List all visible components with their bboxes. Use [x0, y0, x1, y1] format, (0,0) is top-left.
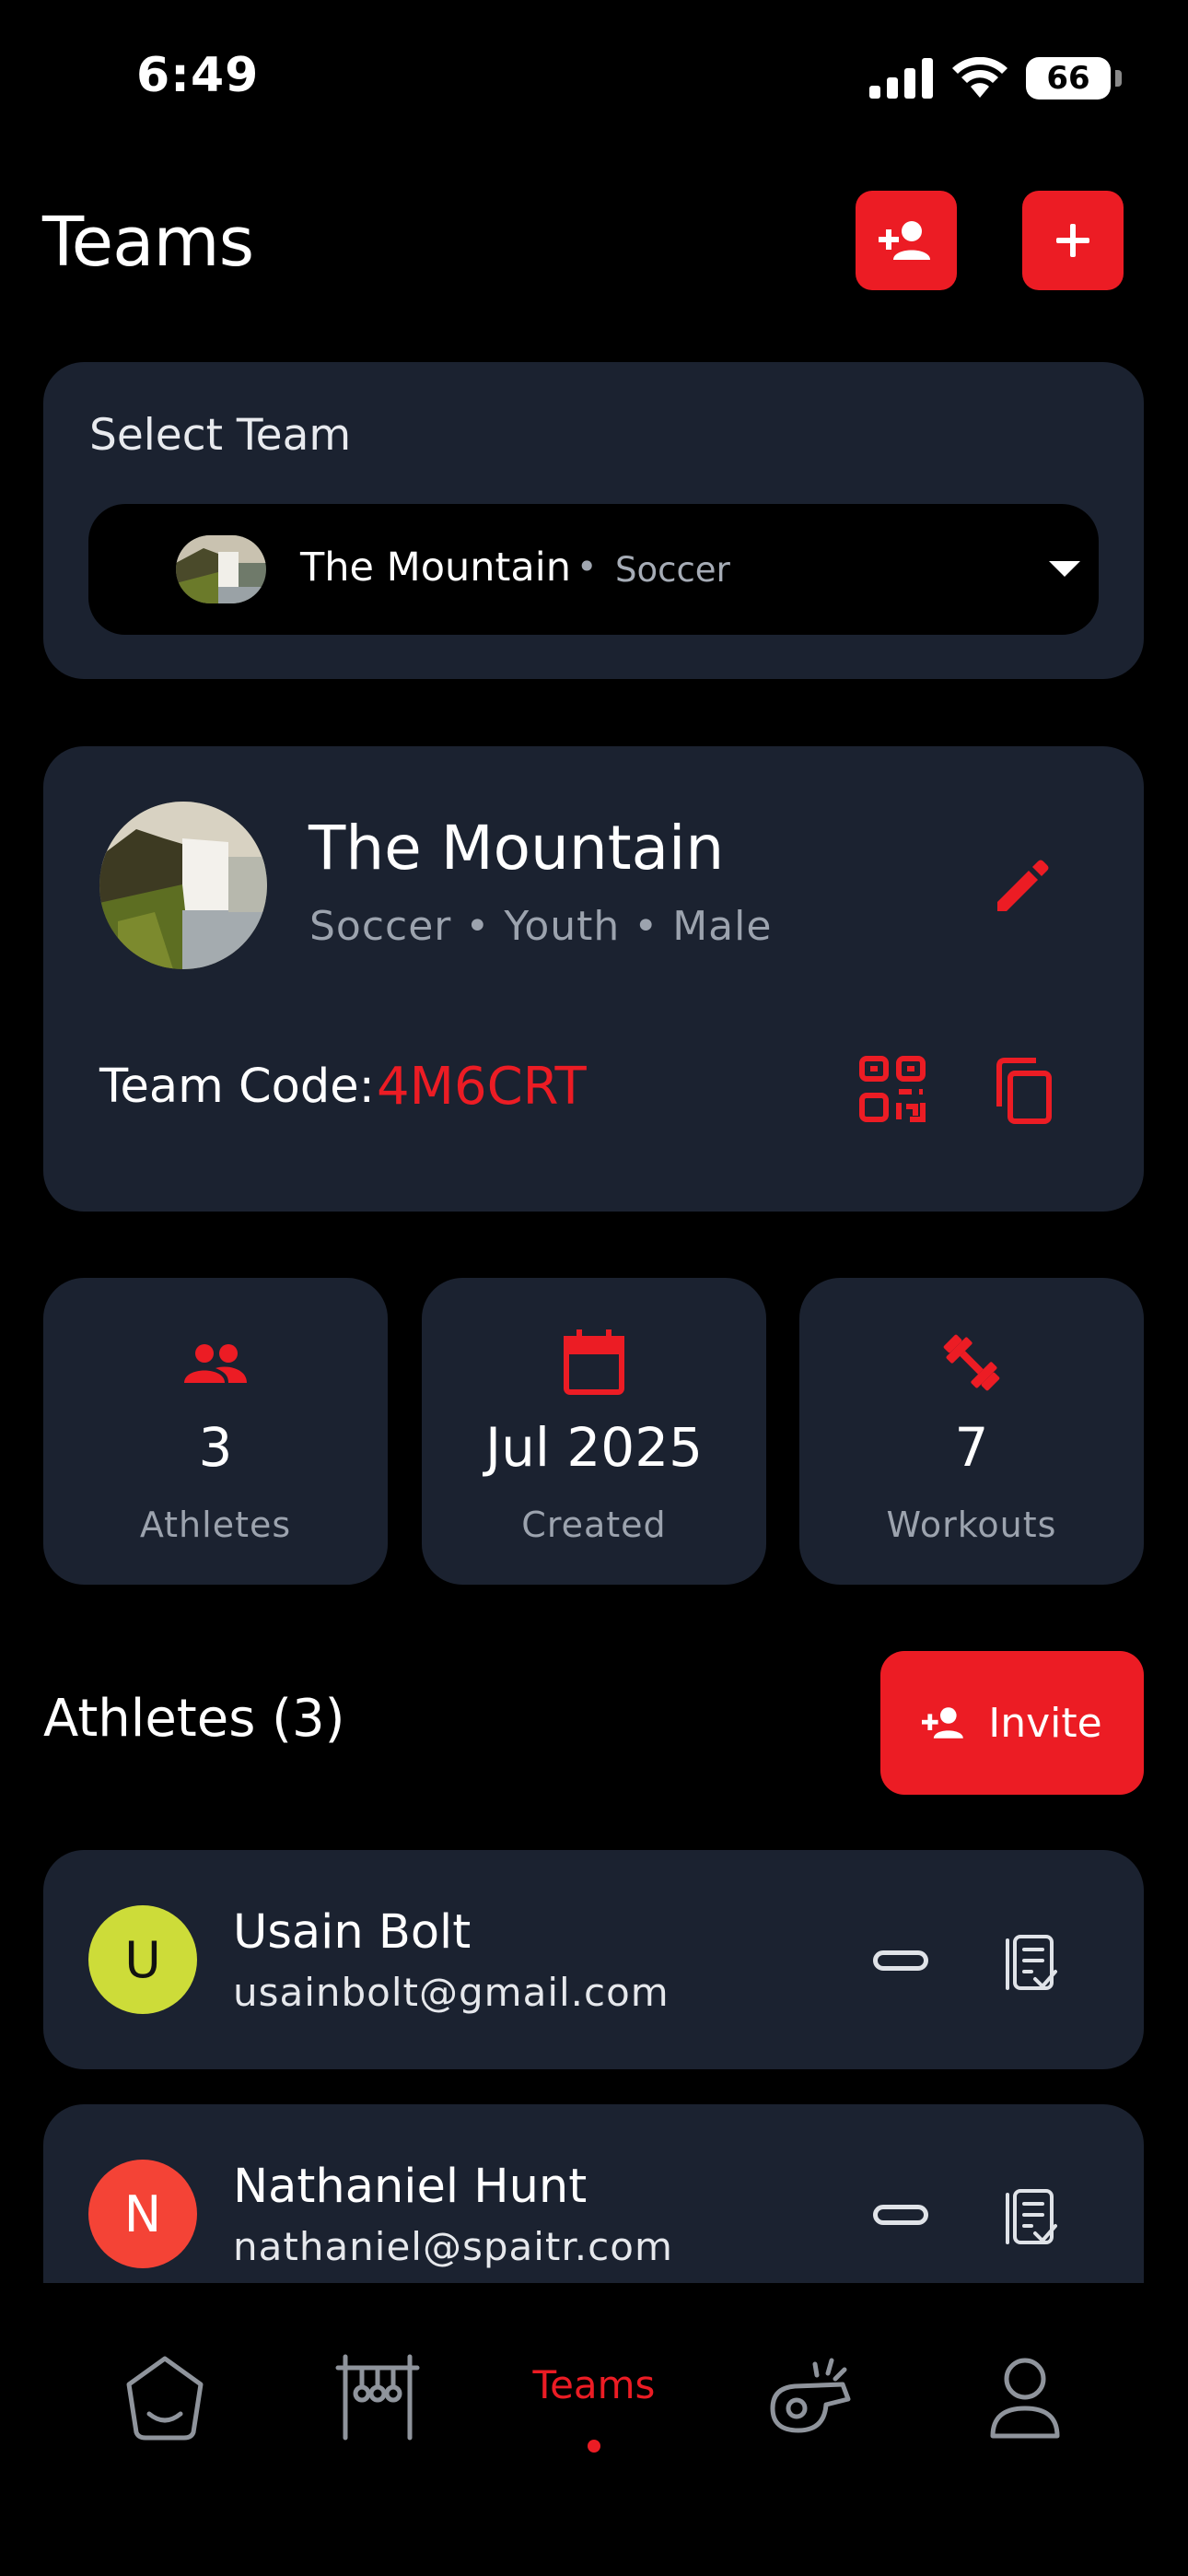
team-code-label: Team Code: [99, 1060, 375, 1114]
copy-code-button[interactable] [990, 1057, 1058, 1125]
team-name: The Mountain [309, 813, 725, 884]
stat-created: Jul 2025 Created [422, 1278, 766, 1585]
calendar-icon [557, 1326, 631, 1399]
profile-icon [990, 2358, 1060, 2439]
edit-team-button[interactable] [990, 854, 1054, 919]
stat-label: Workouts [886, 1505, 1057, 1545]
athlete-email: nathaniel@spaitr.com [233, 2224, 673, 2269]
qr-code-icon [859, 1056, 926, 1122]
selected-team-name: The Mountain [300, 544, 571, 591]
avatar: N [88, 2160, 197, 2268]
athlete-name: Usain Bolt [233, 1905, 472, 1960]
people-icon [179, 1326, 252, 1399]
selected-team-sport: Soccer [615, 550, 730, 590]
stat-value: Jul 2025 [484, 1416, 704, 1479]
nav-home[interactable] [114, 2348, 215, 2449]
pencil-icon [997, 860, 1049, 911]
wifi-icon [952, 57, 1007, 98]
checklist-icon [1006, 2189, 1057, 2244]
avatar: U [88, 1905, 197, 2014]
plus-icon [1056, 224, 1089, 257]
battery-level: 66 [1046, 60, 1090, 97]
stat-value: 7 [954, 1416, 989, 1479]
nav-teams[interactable]: Teams [479, 2362, 709, 2407]
remove-athlete-button[interactable] [873, 1950, 928, 1971]
person-add-icon [879, 221, 930, 260]
page-title: Teams [42, 203, 254, 282]
dumbbell-icon [935, 1326, 1008, 1399]
person-add-icon [922, 1707, 964, 1739]
battery-icon: 66 [1026, 57, 1122, 100]
stat-workouts: 7 Workouts [799, 1278, 1144, 1585]
team-meta: Soccer • Youth • Male [309, 903, 773, 950]
team-selector-dropdown[interactable]: The Mountain • Soccer [88, 504, 1099, 635]
stat-label: Created [521, 1505, 667, 1545]
select-team-label: Select Team [89, 410, 352, 461]
status-bar: 6:49 66 [0, 0, 1188, 157]
assign-workout-button[interactable] [998, 2185, 1063, 2250]
status-time: 6:49 [136, 48, 260, 103]
invite-button[interactable]: Invite [880, 1651, 1144, 1795]
select-team-card: Select Team The Mountain • Soccer [43, 362, 1144, 679]
athletes-section-title: Athletes (3) [43, 1689, 345, 1749]
active-indicator [588, 2440, 600, 2453]
whistle-icon [770, 2358, 851, 2433]
nav-gym[interactable] [327, 2348, 428, 2449]
caret-down-icon [1049, 561, 1080, 577]
remove-athlete-button[interactable] [873, 2205, 928, 2225]
checklist-icon [1006, 1935, 1057, 1990]
stat-athletes: 3 Athletes [43, 1278, 388, 1585]
team-code-value: 4M6CRT [377, 1057, 587, 1117]
invite-label: Invite [988, 1699, 1102, 1747]
stat-value: 3 [198, 1416, 233, 1479]
bottom-nav [0, 2283, 1188, 2576]
add-member-button[interactable] [856, 191, 957, 290]
team-avatar [99, 802, 267, 969]
stat-label: Athletes [139, 1505, 292, 1545]
team-thumbnail [176, 535, 266, 603]
nav-profile[interactable] [974, 2348, 1076, 2449]
status-icons: 66 [869, 57, 1122, 100]
gym-icon [335, 2354, 420, 2441]
athlete-name: Nathaniel Hunt [233, 2160, 588, 2214]
signal-icon [869, 58, 933, 99]
separator-dot: • [577, 546, 598, 587]
copy-icon [996, 1058, 1052, 1124]
nav-coach[interactable] [760, 2348, 861, 2449]
athlete-row[interactable]: U Usain Bolt usainbolt@gmail.com [43, 1850, 1144, 2069]
create-team-button[interactable] [1022, 191, 1124, 290]
assign-workout-button[interactable] [998, 1931, 1063, 1996]
team-info-card: The Mountain Soccer • Youth • Male Team … [43, 746, 1144, 1212]
home-icon [126, 2356, 204, 2441]
athlete-email: usainbolt@gmail.com [233, 1970, 670, 2015]
qr-code-button[interactable] [858, 1055, 926, 1123]
